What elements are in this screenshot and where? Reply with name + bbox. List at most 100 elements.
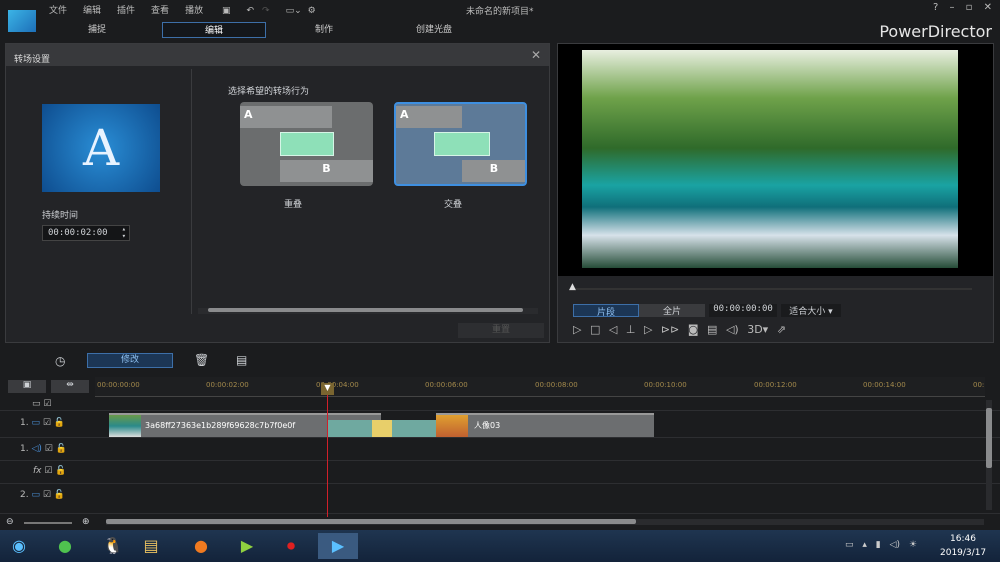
3d-button[interactable]: 3D — [747, 323, 762, 336]
segment-button[interactable]: 片段 — [573, 304, 639, 318]
redo-icon[interactable]: ↷ — [262, 6, 270, 16]
track-1-audio — [0, 438, 1000, 461]
help-icon[interactable]: ? — [933, 2, 938, 13]
delete-icon[interactable]: 🗑 — [194, 353, 209, 367]
tick-6: 00:00:12:00 — [754, 381, 797, 389]
track-enable-checkbox[interactable]: ☑ — [44, 466, 52, 476]
panel-header — [6, 44, 549, 66]
scrubber-handle[interactable]: ▲ — [569, 282, 576, 292]
lock-icon[interactable]: 🔓 — [56, 444, 67, 454]
more-icon[interactable]: ▤ — [236, 353, 247, 367]
volume-icon[interactable]: ◁) — [726, 323, 739, 336]
video-icon: ▭ — [31, 418, 40, 428]
clip-2[interactable]: 人像03 — [436, 413, 654, 437]
clip-b: B — [280, 160, 373, 182]
save-icon[interactable]: ▣ — [222, 6, 231, 16]
app-logo — [8, 10, 36, 32]
dropdown-icon[interactable]: ▾ — [763, 323, 769, 336]
video-track-toggle[interactable]: ▭ ☑ — [32, 399, 51, 409]
lock-icon[interactable]: 🔓 — [54, 418, 65, 428]
start-button[interactable]: ◉ — [4, 533, 34, 559]
window-title: 未命名的新项目* — [466, 7, 534, 17]
transition-icon — [372, 420, 392, 437]
scrubber-track[interactable] — [572, 288, 972, 290]
panel-close-icon[interactable]: ✕ — [531, 48, 541, 62]
menu-edit[interactable]: 编辑 — [83, 6, 101, 16]
zoom-in-icon[interactable]: ⊕ — [82, 517, 90, 527]
timeline-vertical-scrollbar[interactable] — [986, 400, 992, 510]
duration-label: 持续时间 — [42, 211, 79, 221]
aspect-ratio-icon[interactable]: ▭⌄ — [286, 6, 302, 16]
divider — [191, 69, 192, 314]
taskbar-app-qq[interactable]: 🐧 — [98, 533, 128, 559]
close-icon[interactable]: ✕ — [984, 2, 992, 13]
transition-settings-panel: 转场设置 ✕ A 持续时间 00:00:02:00 ▴ ▾ 选择希望的转场行为 A … — [5, 43, 550, 343]
fit-select[interactable]: 适合大小 ▾ — [781, 304, 841, 317]
menu-bar: 文件 编辑 插件 查看 播放 ▣ ↶ ↷ ▭⌄ ⚙ — [49, 3, 332, 16]
lock-icon[interactable]: 🔓 — [55, 466, 66, 476]
cross-option[interactable]: A B — [394, 102, 527, 186]
fx-track-header: fx ☑ 🔓 — [33, 466, 67, 476]
lock-icon[interactable]: 🔓 — [54, 490, 65, 500]
zoom-out-icon[interactable]: ⊖ — [6, 517, 14, 527]
taskbar-app-media[interactable]: ▶ — [232, 533, 262, 559]
track-enable-checkbox[interactable]: ☑ — [45, 444, 53, 454]
track-manager-button[interactable]: ▣ — [8, 380, 46, 393]
menu-file[interactable]: 文件 — [49, 6, 67, 16]
stop-icon[interactable]: □ — [590, 323, 600, 336]
horizontal-scrollbar[interactable] — [198, 308, 538, 314]
track-enable-checkbox[interactable]: ☑ — [43, 490, 51, 500]
overlap-option[interactable]: A B — [240, 102, 373, 186]
tab-capture[interactable]: 捕捉 — [45, 22, 149, 38]
taskbar-app-explorer[interactable]: ▤ — [136, 533, 166, 559]
tab-edit[interactable]: 编辑 — [162, 22, 266, 38]
menu-plugins[interactable]: 插件 — [117, 6, 135, 16]
modify-button[interactable]: 修改 — [87, 353, 173, 368]
clock-date: 2019/3/17 — [940, 548, 987, 558]
playhead[interactable] — [327, 383, 328, 517]
minimize-icon[interactable]: – — [949, 2, 954, 13]
reset-button[interactable]: 重置 — [458, 323, 544, 338]
taskbar-app-recorder[interactable]: ⏺ — [276, 533, 306, 559]
track-number: 1. — [20, 418, 29, 428]
play-icon[interactable]: ▷ — [573, 323, 581, 336]
maximize-icon[interactable]: ▫ — [966, 2, 973, 13]
taskbar-app-firefox[interactable]: ● — [186, 533, 216, 559]
system-tray-icons[interactable]: ▭ ▴ ▮ ◁) ☀ — [845, 540, 917, 550]
gear-icon[interactable]: ⚙ — [308, 6, 316, 16]
preview-image — [582, 50, 958, 268]
clip-a: A — [396, 106, 462, 128]
spin-icon[interactable]: ▴ ▾ — [122, 226, 126, 240]
tab-produce[interactable]: 制作 — [272, 22, 376, 38]
video-icon: ▭ — [31, 490, 40, 500]
full-button[interactable]: 全片 — [639, 304, 705, 317]
menu-play[interactable]: 播放 — [185, 6, 203, 16]
fast-forward-icon[interactable]: ⊳⊳ — [661, 323, 679, 336]
timeline-clock-icon[interactable]: ◷ — [55, 354, 65, 368]
duration-input[interactable]: 00:00:02:00 ▴ ▾ — [42, 225, 130, 241]
fit-timeline-button[interactable]: ⇹ — [51, 380, 89, 393]
clock-time: 16:46 — [950, 534, 976, 544]
zoom-slider[interactable] — [24, 522, 72, 524]
track-1-header: 1. ▭ ☑ 🔓 — [20, 418, 65, 428]
undo-icon[interactable]: ↶ — [246, 6, 254, 16]
fx-track — [0, 461, 1000, 484]
snapshot-icon[interactable]: ◙ — [688, 323, 699, 336]
tick-3: 00:00:06:00 — [425, 381, 468, 389]
tab-create-disc[interactable]: 创建光盘 — [382, 22, 486, 38]
subtitle-icon[interactable]: ▤ — [707, 323, 717, 336]
tick-5: 00:00:10:00 — [644, 381, 687, 389]
track-number: 1. — [20, 444, 29, 454]
timecode-display: 00:00:00:00 — [709, 304, 777, 317]
next-frame-icon[interactable]: ▷ — [644, 323, 652, 336]
taskbar-app-powerdirector[interactable]: ▶ — [318, 533, 358, 559]
track-enable-checkbox[interactable]: ☑ — [43, 418, 51, 428]
playhead-handle[interactable]: ▼ — [321, 383, 334, 395]
menu-view[interactable]: 查看 — [151, 6, 169, 16]
prev-frame-icon[interactable]: ◁ — [609, 323, 617, 336]
clip-2-thumb — [436, 415, 468, 437]
undock-icon[interactable]: ⇗ — [777, 323, 786, 336]
timeline-horizontal-scrollbar[interactable] — [106, 519, 984, 525]
taskbar-app-360[interactable]: ● — [50, 533, 80, 559]
marker-icon[interactable]: ⊥ — [626, 323, 636, 336]
